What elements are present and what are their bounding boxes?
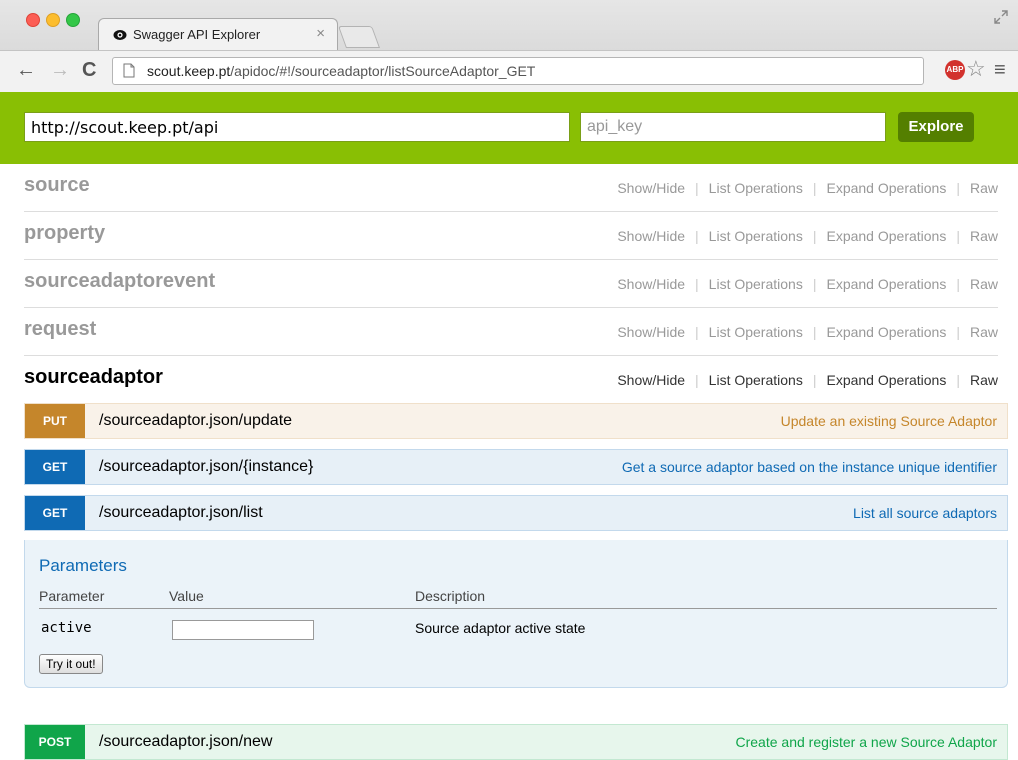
operation-summary[interactable]: Update an existing Source Adaptor [781,413,997,429]
resource-actions: Show/Hide | List Operations | Expand Operati… [617,324,998,340]
operation-get-instance[interactable]: GET /sourceadaptor.json/{instance} Get a… [24,449,1008,485]
show-hide-link[interactable]: Show/Hide [617,324,685,340]
page-icon [123,63,135,78]
window-close-button[interactable] [26,13,40,27]
resource-actions: Show/Hide | List Operations | Expand Operati… [617,180,998,196]
forward-arrow-icon[interactable]: → [50,60,70,80]
operation-path[interactable]: /sourceadaptor.json/{instance} [99,458,313,476]
resource-source: source Show/Hide | List Operations | Expand … [24,164,998,212]
address-bar[interactable]: scout.keep.pt/apidoc/#!/sourceadaptor/li… [112,57,924,85]
back-arrow-icon[interactable]: ← [16,60,36,80]
method-badge[interactable]: POST [25,725,85,759]
browser-chrome: Swagger API Explorer × ← → C scout.keep.… [0,0,1018,92]
column-value: Value [169,588,204,604]
operation-summary[interactable]: Get a source adaptor based on the instan… [622,459,997,475]
parameters-title: Parameters [39,556,127,575]
operation-put-update[interactable]: PUT /sourceadaptor.json/update Update an… [24,403,1008,439]
window-minimize-button[interactable] [46,13,60,27]
raw-link[interactable]: Raw [970,276,998,292]
expand-operations-link[interactable]: Expand Operations [826,324,946,340]
url-host: scout.keep.pt [147,63,231,79]
resource-name[interactable]: property [24,222,105,245]
list-operations-link[interactable]: List Operations [709,276,803,292]
column-description: Description [415,588,486,604]
raw-link[interactable]: Raw [970,324,998,340]
swagger-eye-icon [113,30,127,40]
operation-path[interactable]: /sourceadaptor.json/update [99,412,292,430]
explore-button[interactable]: Explore [898,112,974,142]
list-operations-link[interactable]: List Operations [709,228,803,244]
menu-icon[interactable]: ≡ [994,60,1006,80]
expand-operations-link[interactable]: Expand Operations [826,372,946,388]
reload-icon[interactable]: C [82,60,96,80]
new-tab-button[interactable] [337,26,381,48]
column-parameter: Parameter [39,588,105,604]
resource-name[interactable]: sourceadaptor [24,366,163,389]
bookmark-star-icon[interactable]: ☆ [966,58,986,80]
operation-summary[interactable]: List all source adaptors [853,505,997,521]
expand-operations-link[interactable]: Expand Operations [826,180,946,196]
list-operations-link[interactable]: List Operations [709,324,803,340]
list-operations-link[interactable]: List Operations [709,180,803,196]
resource-actions: Show/Hide | List Operations | Expand Operati… [617,228,998,244]
operation-get-list[interactable]: GET /sourceadaptor.json/list List all so… [24,495,1008,531]
method-badge[interactable]: GET [25,496,85,530]
swagger-header: http://scout.keep.pt/api Explore [0,92,1018,164]
resource-name[interactable]: request [24,318,96,341]
window-maximize-button[interactable] [66,13,80,27]
expand-operations-link[interactable]: Expand Operations [826,276,946,292]
resource-sourceadaptorevent: sourceadaptorevent Show/Hide | List Operat… [24,260,998,308]
raw-link[interactable]: Raw [970,180,998,196]
api-key-input[interactable] [580,112,886,142]
base-url-input[interactable]: http://scout.keep.pt/api [24,112,570,142]
fullscreen-icon[interactable] [994,10,1008,24]
resource-request: request Show/Hide | List Operations | Expand… [24,308,998,356]
operation-post-new[interactable]: POST /sourceadaptor.json/new Create and … [24,724,1008,760]
raw-link[interactable]: Raw [970,372,998,388]
tab-strip: Swagger API Explorer × [0,0,1018,50]
show-hide-link[interactable]: Show/Hide [617,180,685,196]
method-badge[interactable]: PUT [25,404,85,438]
browser-tab[interactable]: Swagger API Explorer × [98,18,338,50]
parameters-table-header: Parameter Value Description [39,588,997,609]
resource-sourceadaptor: sourceadaptor Show/Hide | List Operations |… [24,356,998,404]
tab-title: Swagger API Explorer [133,27,261,42]
operation-content: Parameters Parameter Value Description a… [24,540,1008,688]
resource-property: property Show/Hide | List Operations | Expan… [24,212,998,260]
tab-close-icon[interactable]: × [316,25,325,42]
url-text: scout.keep.pt/apidoc/#!/sourceadaptor/li… [147,63,535,79]
operation-summary[interactable]: Create and register a new Source Adaptor [736,734,998,750]
show-hide-link[interactable]: Show/Hide [617,276,685,292]
list-operations-link[interactable]: List Operations [709,372,803,388]
show-hide-link[interactable]: Show/Hide [617,372,685,388]
operation-path[interactable]: /sourceadaptor.json/list [99,504,263,522]
browser-toolbar: ← → C scout.keep.pt/apidoc/#!/sourceadap… [0,50,1018,92]
try-it-out-button[interactable]: Try it out! [39,654,103,674]
adblock-icon[interactable]: ABP [945,60,965,80]
operation-path[interactable]: /sourceadaptor.json/new [99,733,272,751]
raw-link[interactable]: Raw [970,228,998,244]
resource-actions: Show/Hide | List Operations | Expand Operati… [617,276,998,292]
resource-name[interactable]: sourceadaptorevent [24,270,215,293]
resource-actions: Show/Hide | List Operations | Expand Operati… [617,372,998,388]
parameter-name: active [41,620,92,636]
method-badge[interactable]: GET [25,450,85,484]
parameter-value-input[interactable] [172,620,314,640]
show-hide-link[interactable]: Show/Hide [617,228,685,244]
parameter-description: Source adaptor active state [415,620,586,636]
expand-operations-link[interactable]: Expand Operations [826,228,946,244]
url-path: /apidoc/#!/sourceadaptor/listSourceAdapt… [230,63,536,79]
resource-name[interactable]: source [24,174,90,197]
